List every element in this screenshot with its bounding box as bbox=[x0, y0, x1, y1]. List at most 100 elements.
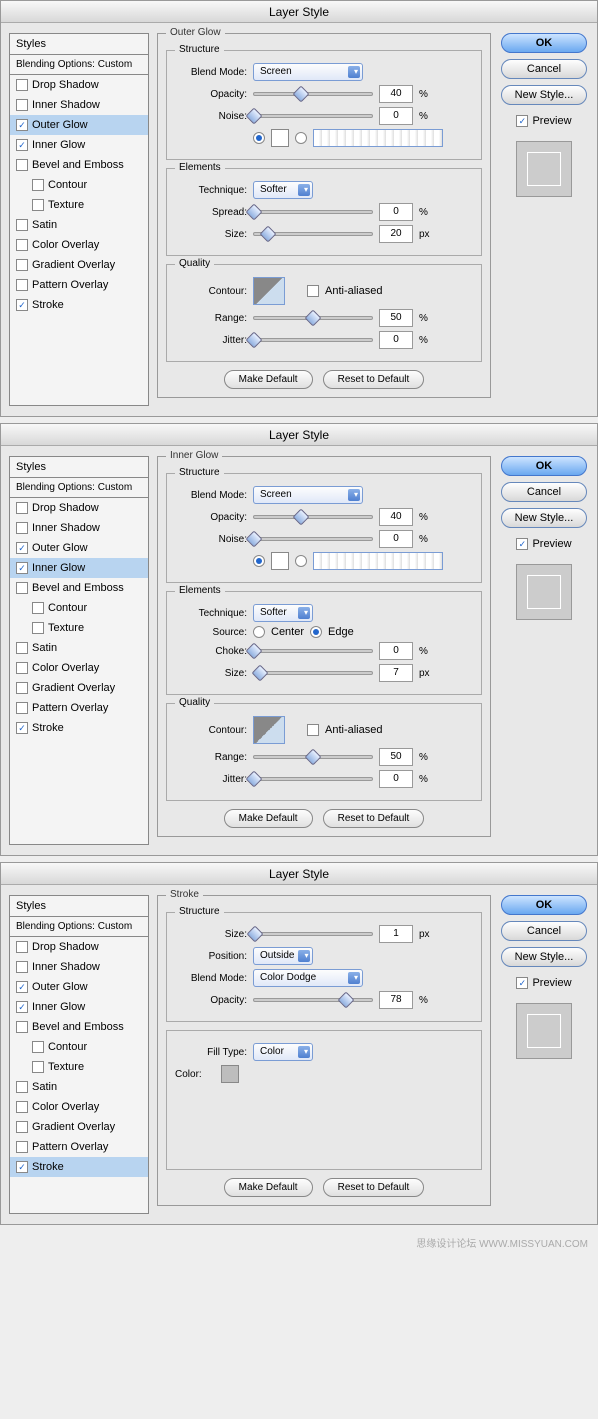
styles-header[interactable]: Styles bbox=[10, 34, 148, 55]
new-style-button[interactable]: New Style... bbox=[501, 947, 587, 967]
color-radio[interactable] bbox=[253, 132, 265, 144]
checkbox[interactable] bbox=[16, 941, 28, 953]
technique-select[interactable]: Softer bbox=[253, 181, 313, 199]
style-item[interactable]: Inner Glow bbox=[10, 558, 148, 578]
style-item[interactable]: Bevel and Emboss bbox=[10, 578, 148, 598]
checkbox[interactable] bbox=[16, 582, 28, 594]
checkbox[interactable] bbox=[16, 981, 28, 993]
slider-thumb[interactable] bbox=[246, 771, 263, 788]
anti-aliased-checkbox[interactable] bbox=[307, 724, 319, 736]
value-input[interactable]: 50 bbox=[379, 309, 413, 327]
style-item[interactable]: Pattern Overlay bbox=[10, 698, 148, 718]
value-input[interactable]: 1 bbox=[379, 925, 413, 943]
styles-header[interactable]: Styles bbox=[10, 457, 148, 478]
reset-default-button[interactable]: Reset to Default bbox=[323, 370, 425, 389]
ok-button[interactable]: OK bbox=[501, 33, 587, 53]
gradient-radio[interactable] bbox=[295, 555, 307, 567]
style-item[interactable]: Drop Shadow bbox=[10, 498, 148, 518]
reset-default-button[interactable]: Reset to Default bbox=[323, 1178, 425, 1197]
cancel-button[interactable]: Cancel bbox=[501, 59, 587, 79]
checkbox[interactable] bbox=[16, 961, 28, 973]
make-default-button[interactable]: Make Default bbox=[224, 370, 313, 389]
new-style-button[interactable]: New Style... bbox=[501, 85, 587, 105]
color-swatch[interactable] bbox=[271, 552, 289, 570]
checkbox[interactable] bbox=[16, 702, 28, 714]
style-item[interactable]: Stroke bbox=[10, 718, 148, 738]
style-item[interactable]: Gradient Overlay bbox=[10, 255, 148, 275]
checkbox[interactable] bbox=[16, 1161, 28, 1173]
checkbox[interactable] bbox=[16, 299, 28, 311]
checkbox[interactable] bbox=[16, 1081, 28, 1093]
style-item[interactable]: Contour bbox=[10, 175, 148, 195]
slider-track[interactable] bbox=[253, 338, 373, 342]
blend-mode-select[interactable]: Color Dodge bbox=[253, 969, 363, 987]
slider-track[interactable] bbox=[253, 92, 373, 96]
gradient-picker[interactable] bbox=[313, 129, 443, 147]
slider-track[interactable] bbox=[253, 515, 373, 519]
preview-toggle[interactable]: Preview bbox=[516, 977, 571, 989]
style-item[interactable]: Inner Glow bbox=[10, 135, 148, 155]
slider-thumb[interactable] bbox=[246, 332, 263, 349]
slider-thumb[interactable] bbox=[293, 509, 310, 526]
preview-toggle[interactable]: Preview bbox=[516, 538, 571, 550]
blend-mode-select[interactable]: Screen bbox=[253, 486, 363, 504]
value-input[interactable]: 0 bbox=[379, 107, 413, 125]
slider-track[interactable] bbox=[253, 316, 373, 320]
checkbox[interactable] bbox=[16, 562, 28, 574]
value-input[interactable]: 40 bbox=[379, 85, 413, 103]
checkbox[interactable] bbox=[16, 642, 28, 654]
value-input[interactable]: 78 bbox=[379, 991, 413, 1009]
anti-aliased-checkbox[interactable] bbox=[307, 285, 319, 297]
slider-thumb[interactable] bbox=[246, 643, 263, 660]
style-item[interactable]: Drop Shadow bbox=[10, 937, 148, 957]
checkbox[interactable] bbox=[16, 239, 28, 251]
style-item[interactable]: Pattern Overlay bbox=[10, 1137, 148, 1157]
checkbox[interactable] bbox=[32, 199, 44, 211]
slider-track[interactable] bbox=[253, 932, 373, 936]
checkbox[interactable] bbox=[32, 1041, 44, 1053]
titlebar[interactable]: Layer Style bbox=[1, 424, 597, 446]
checkbox[interactable] bbox=[32, 622, 44, 634]
blend-mode-select[interactable]: Screen bbox=[253, 63, 363, 81]
checkbox[interactable] bbox=[16, 219, 28, 231]
style-item[interactable]: Contour bbox=[10, 1037, 148, 1057]
slider-track[interactable] bbox=[253, 114, 373, 118]
style-item[interactable]: Inner Shadow bbox=[10, 957, 148, 977]
style-item[interactable]: Inner Glow bbox=[10, 997, 148, 1017]
value-input[interactable]: 0 bbox=[379, 530, 413, 548]
style-item[interactable]: Outer Glow bbox=[10, 115, 148, 135]
titlebar[interactable]: Layer Style bbox=[1, 1, 597, 23]
slider-thumb[interactable] bbox=[246, 204, 263, 221]
checkbox[interactable] bbox=[516, 538, 528, 550]
style-item[interactable]: Texture bbox=[10, 618, 148, 638]
style-item[interactable]: Stroke bbox=[10, 295, 148, 315]
checkbox[interactable] bbox=[16, 522, 28, 534]
style-item[interactable]: Satin bbox=[10, 1077, 148, 1097]
slider-track[interactable] bbox=[253, 537, 373, 541]
value-input[interactable]: 0 bbox=[379, 203, 413, 221]
slider-thumb[interactable] bbox=[305, 310, 322, 327]
styles-header[interactable]: Styles bbox=[10, 896, 148, 917]
style-item[interactable]: Bevel and Emboss bbox=[10, 155, 148, 175]
value-input[interactable]: 40 bbox=[379, 508, 413, 526]
blending-options[interactable]: Blending Options: Custom bbox=[10, 917, 148, 937]
reset-default-button[interactable]: Reset to Default bbox=[323, 809, 425, 828]
value-input[interactable]: 0 bbox=[379, 331, 413, 349]
new-style-button[interactable]: New Style... bbox=[501, 508, 587, 528]
slider-track[interactable] bbox=[253, 210, 373, 214]
style-item[interactable]: Satin bbox=[10, 638, 148, 658]
style-item[interactable]: Texture bbox=[10, 1057, 148, 1077]
cancel-button[interactable]: Cancel bbox=[501, 921, 587, 941]
style-item[interactable]: Color Overlay bbox=[10, 1097, 148, 1117]
checkbox[interactable] bbox=[16, 159, 28, 171]
value-input[interactable]: 20 bbox=[379, 225, 413, 243]
style-item[interactable]: Outer Glow bbox=[10, 538, 148, 558]
contour-picker[interactable] bbox=[253, 277, 285, 305]
titlebar[interactable]: Layer Style bbox=[1, 863, 597, 885]
checkbox[interactable] bbox=[16, 1121, 28, 1133]
slider-thumb[interactable] bbox=[251, 665, 268, 682]
source-center-radio[interactable] bbox=[253, 626, 265, 638]
checkbox[interactable] bbox=[16, 1001, 28, 1013]
slider-thumb[interactable] bbox=[260, 226, 277, 243]
style-item[interactable]: Gradient Overlay bbox=[10, 678, 148, 698]
